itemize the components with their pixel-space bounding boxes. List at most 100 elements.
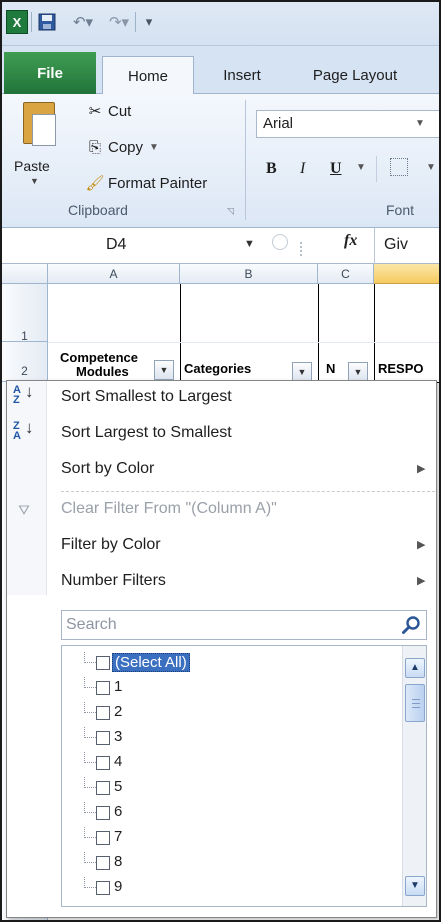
- menu-item-sort-by-color[interactable]: Sort by Color ▶: [7, 453, 438, 487]
- qat-separator: [135, 12, 136, 32]
- cancel-icon[interactable]: [272, 234, 288, 250]
- autofilter-menu: A Z ↓ Sort Smallest to Largest Z A ↓ Sort La…: [6, 380, 437, 918]
- filter-search-input[interactable]: Search: [61, 610, 427, 640]
- submenu-arrow-icon: ▶: [417, 539, 426, 551]
- bold-button[interactable]: B: [266, 156, 277, 182]
- dialog-launcher-icon[interactable]: ◹: [227, 206, 234, 217]
- name-box[interactable]: D4 ▼: [6, 232, 268, 260]
- tree-connector: [84, 727, 96, 738]
- paintbrush-icon: 🖌: [85, 175, 105, 192]
- tree-connector: [84, 777, 96, 788]
- excel-window: X ↶▾ ↷▾ ▾ File Home Insert Page Layout P…: [0, 0, 441, 922]
- select-all-corner[interactable]: [2, 264, 48, 284]
- customize-qat-icon[interactable]: ▾: [142, 10, 156, 34]
- row-header-2[interactable]: 2: [2, 342, 48, 382]
- checkbox[interactable]: [96, 856, 110, 870]
- filter-value-label: (Select All): [112, 653, 190, 672]
- filter-value-label: 3: [114, 728, 123, 745]
- format-painter-button[interactable]: 🖌 Format Painter: [82, 170, 207, 196]
- ribbon-tabs: File Home Insert Page Layout: [2, 46, 439, 95]
- filter-value-item[interactable]: 4: [62, 752, 392, 774]
- filter-value-label: 8: [114, 853, 123, 870]
- excel-app-icon[interactable]: X: [6, 10, 28, 34]
- filter-value-item[interactable]: 5: [62, 777, 392, 799]
- formula-input[interactable]: Giv: [384, 236, 408, 254]
- scroll-thumb[interactable]: [405, 684, 425, 722]
- filter-dropdown-button-c[interactable]: ▼: [348, 362, 368, 382]
- borders-icon[interactable]: [390, 158, 408, 176]
- cut-label: Cut: [108, 102, 132, 120]
- column-header-b[interactable]: B: [180, 264, 318, 284]
- checkbox[interactable]: [96, 806, 110, 820]
- tree-connector: [84, 877, 96, 888]
- cell-border: [180, 284, 181, 382]
- paste-page-icon: [32, 114, 56, 146]
- tree-connector: [84, 652, 96, 663]
- filter-value-item[interactable]: 8: [62, 852, 392, 874]
- menu-item-number-filters[interactable]: Number Filters ▶: [7, 565, 438, 599]
- filter-value-item[interactable]: 2: [62, 702, 392, 724]
- checkbox[interactable]: [96, 831, 110, 845]
- menu-item-sort-descending[interactable]: Z A ↓ Sort Largest to Smallest: [7, 417, 438, 451]
- filter-value-item[interactable]: 1: [62, 677, 392, 699]
- menu-item-sort-ascending[interactable]: A Z ↓ Sort Smallest to Largest: [7, 381, 438, 415]
- chevron-down-icon[interactable]: ▼: [415, 118, 425, 129]
- undo-icon[interactable]: ↶▾: [70, 10, 96, 34]
- checkbox[interactable]: [96, 656, 110, 670]
- splitter-handle[interactable]: [300, 242, 302, 256]
- filter-value-item[interactable]: (Select All): [62, 652, 392, 674]
- filter-value-item[interactable]: 9: [62, 877, 392, 899]
- tab-file[interactable]: File: [4, 52, 96, 94]
- vertical-scrollbar[interactable]: ▲ ▼: [402, 646, 426, 906]
- paste-button[interactable]: Paste ▼: [10, 100, 68, 190]
- grip-line: [412, 707, 420, 708]
- filter-dropdown-button-b[interactable]: ▼: [292, 362, 312, 382]
- scroll-down-icon[interactable]: ▼: [405, 876, 425, 896]
- filter-value-item[interactable]: 3: [62, 727, 392, 749]
- column-header-c[interactable]: C: [318, 264, 374, 284]
- sort-by-color-label: Sort by Color: [61, 460, 155, 477]
- chevron-down-icon: ▼: [149, 141, 159, 153]
- chevron-down-icon[interactable]: ▼: [426, 162, 436, 173]
- column-header-a[interactable]: A: [48, 264, 180, 284]
- tree-connector: [84, 702, 96, 713]
- clipboard-group-label: Clipboard: [68, 202, 128, 218]
- tree-connector: [84, 752, 96, 763]
- cut-button[interactable]: ✂ Cut: [82, 98, 132, 124]
- ribbon-home: Paste ▼ ✂ Cut ⎘ Copy ▼ 🖌 Format Painter …: [2, 94, 439, 228]
- insert-function-icon[interactable]: fx: [344, 232, 357, 250]
- cell-border: [374, 284, 375, 382]
- tab-page-layout[interactable]: Page Layout: [290, 56, 420, 94]
- chevron-down-icon[interactable]: ▼: [244, 238, 255, 250]
- underline-button[interactable]: U: [330, 156, 342, 182]
- checkbox[interactable]: [96, 681, 110, 695]
- filter-value-item[interactable]: 6: [62, 802, 392, 824]
- filter-value-item[interactable]: 7: [62, 827, 392, 849]
- filter-values-list[interactable]: (Select All) 1 2 3 4 5 6 7 8 9 ▲ ▼: [61, 645, 427, 907]
- save-icon[interactable]: [36, 10, 58, 34]
- font-name-combobox[interactable]: Arial: [256, 110, 439, 138]
- search-icon[interactable]: [400, 614, 422, 636]
- quick-access-toolbar: X ↶▾ ↷▾ ▾: [2, 2, 439, 46]
- italic-button[interactable]: I: [300, 156, 305, 182]
- checkbox[interactable]: [96, 706, 110, 720]
- tab-home[interactable]: Home: [102, 56, 194, 95]
- column-header-d[interactable]: [374, 264, 439, 284]
- scroll-up-icon[interactable]: ▲: [405, 658, 425, 678]
- row-header-1[interactable]: 1: [2, 284, 48, 343]
- header-categories: Categories: [184, 361, 252, 376]
- name-box-value: D4: [106, 236, 127, 253]
- checkbox[interactable]: [96, 756, 110, 770]
- copy-button[interactable]: ⎘ Copy ▼: [82, 134, 159, 160]
- checkbox[interactable]: [96, 781, 110, 795]
- filter-value-label: 1: [114, 678, 123, 695]
- checkbox[interactable]: [96, 731, 110, 745]
- chevron-down-icon[interactable]: ▼: [356, 162, 366, 173]
- filter-dropdown-button-a[interactable]: ▼: [154, 360, 174, 380]
- copy-label: Copy: [108, 138, 144, 156]
- search-placeholder: Search: [66, 616, 117, 633]
- checkbox[interactable]: [96, 881, 110, 895]
- menu-item-filter-by-color[interactable]: Filter by Color ▶: [7, 529, 438, 563]
- tab-insert[interactable]: Insert: [202, 56, 282, 94]
- redo-icon[interactable]: ↷▾: [106, 10, 132, 34]
